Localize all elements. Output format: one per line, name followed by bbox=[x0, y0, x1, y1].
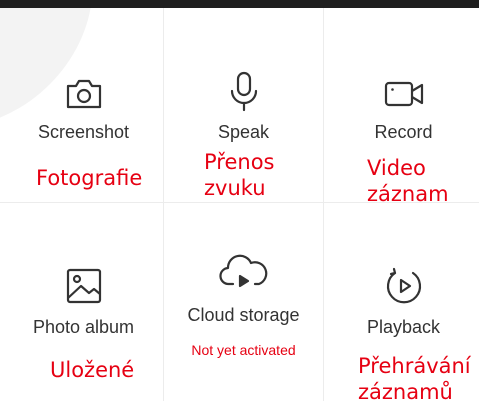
cloud-play-icon bbox=[164, 253, 323, 293]
playback-annotation: Přehrávání záznamů bbox=[358, 353, 471, 405]
speak-annotation-line-1: Přenos bbox=[204, 150, 275, 174]
image-icon bbox=[4, 265, 163, 307]
playback-icon bbox=[324, 265, 479, 307]
photo-album-label: Photo album bbox=[32, 317, 135, 337]
speak-button[interactable]: Speak Přenos zvuku bbox=[164, 8, 323, 203]
photo-album-button[interactable]: Photo album Uložené bbox=[4, 205, 163, 400]
playback-annotation-line-1: Přehrávání bbox=[358, 354, 471, 378]
speak-annotation-line-2: zvuku bbox=[204, 176, 266, 200]
cloud-storage-status: Not yet activated bbox=[191, 342, 296, 358]
cloud-storage-label: Cloud storage bbox=[187, 305, 300, 325]
record-annotation: Video záznam bbox=[367, 155, 449, 207]
video-camera-icon bbox=[324, 76, 479, 112]
record-label: Record bbox=[374, 122, 433, 142]
playback-annotation-line-2: záznamů bbox=[358, 380, 453, 404]
microphone-icon bbox=[164, 70, 323, 114]
record-annotation-line-2: záznam bbox=[367, 182, 449, 206]
record-button[interactable]: Record Video záznam bbox=[324, 8, 479, 206]
screenshot-label: Screenshot bbox=[37, 122, 130, 142]
speak-annotation: Přenos zvuku bbox=[204, 149, 275, 201]
playback-label: Playback bbox=[366, 317, 441, 337]
camera-icon bbox=[4, 74, 163, 114]
status-bar bbox=[0, 0, 479, 8]
photo-album-annotation: Uložené bbox=[50, 358, 135, 382]
playback-button[interactable]: Playback Přehrávání záznamů bbox=[324, 205, 479, 404]
screenshot-button[interactable]: Screenshot Fotografie bbox=[4, 8, 163, 203]
record-annotation-line-1: Video bbox=[367, 156, 426, 180]
speak-label: Speak bbox=[217, 122, 270, 142]
screenshot-annotation: Fotografie bbox=[36, 166, 143, 190]
cloud-storage-button[interactable]: Cloud storage Not yet activated bbox=[164, 205, 323, 400]
